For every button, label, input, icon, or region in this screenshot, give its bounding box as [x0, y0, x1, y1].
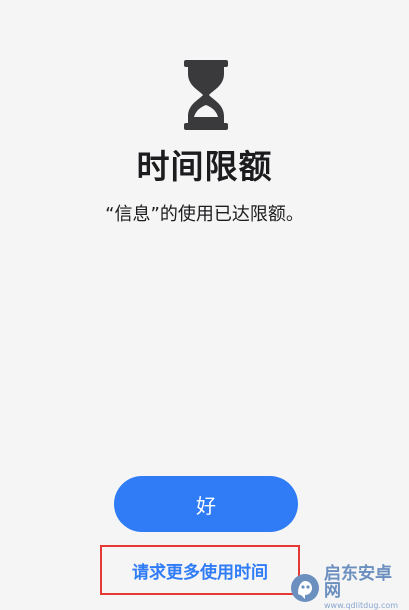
watermark-logo-icon — [291, 574, 319, 602]
watermark-name: 启东安卓网 — [324, 564, 392, 601]
hourglass-icon — [184, 60, 228, 130]
limit-message: “信息”的使用已达限额。 — [105, 204, 304, 225]
screen-time-limit-screen: 时间限额 “信息”的使用已达限额。 好 请求更多使用时间 启东安卓网 www.q… — [0, 0, 409, 610]
request-more-time-highlight: 请求更多使用时间 — [100, 545, 300, 595]
watermark: 启东安卓网 www.qdlitdug.com — [290, 566, 406, 610]
ok-button[interactable]: 好 — [114, 476, 298, 532]
request-more-time-link[interactable]: 请求更多使用时间 — [132, 558, 268, 583]
page-title: 时间限额 — [136, 147, 273, 186]
